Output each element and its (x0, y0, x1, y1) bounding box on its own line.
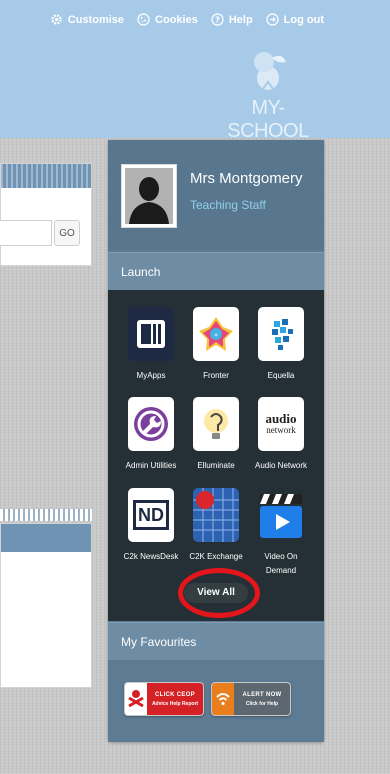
fronter-icon: » (193, 307, 239, 361)
app-fronter[interactable]: » Fronter (184, 307, 248, 383)
logout-icon (266, 13, 279, 26)
click-ceop-button[interactable]: CLICK CEOP Advice Help Report (124, 682, 204, 716)
background-card-bottom (0, 523, 92, 688)
help-label: Help (228, 13, 253, 26)
my-school-logo[interactable]: MY-SCHOOL (212, 48, 324, 142)
fav-main-label: CLICK CEOP (154, 691, 195, 698)
user-name: Mrs Montgomery (190, 170, 303, 187)
ceop-icon (125, 683, 147, 715)
app-label: MyApps (136, 371, 166, 380)
person-silhouette-icon (129, 177, 169, 224)
app-audio-network[interactable]: audio network Audio Network (249, 397, 313, 473)
logout-label: Log out (283, 13, 324, 26)
app-c2k-exchange[interactable]: C2K Exchange (184, 488, 248, 564)
cookies-link[interactable]: Cookies (137, 13, 198, 26)
logout-link[interactable]: Log out (266, 13, 324, 26)
go-button[interactable]: GO (54, 220, 80, 246)
customise-link[interactable]: Customise (50, 13, 124, 26)
clapper-play-icon (258, 488, 304, 542)
app-label: Equella (267, 371, 295, 380)
cookies-label: Cookies (155, 13, 198, 26)
wrench-icon (128, 397, 174, 451)
newsdesk-icon: ND (128, 488, 174, 542)
favourites-header: My Favourites (108, 622, 324, 660)
newsdesk-logo-text: ND (133, 500, 169, 530)
audio-network-logo: audio network (258, 397, 304, 451)
search-input[interactable] (0, 220, 52, 246)
app-equella[interactable]: Equella (249, 307, 313, 383)
bulb-ear-icon (193, 397, 239, 451)
cookie-icon (137, 13, 150, 26)
exchange-icon (193, 488, 239, 542)
question-icon: ? (211, 13, 224, 26)
equella-icon (258, 307, 304, 361)
card-header (1, 164, 91, 188)
logo-text: MY-SCHOOL (227, 97, 309, 142)
app-label: C2K Exchange (189, 552, 243, 561)
app-elluminate[interactable]: Elluminate (184, 397, 248, 473)
user-profile: Mrs Montgomery Teaching Staff (108, 140, 324, 250)
app-label: Elluminate (197, 461, 235, 470)
app-label: Audio Network (254, 461, 308, 470)
app-label: Video On Demand (264, 552, 298, 575)
avatar[interactable] (121, 164, 177, 228)
app-video-on-demand[interactable]: Video On Demand (249, 488, 313, 577)
svg-text:?: ? (215, 16, 220, 25)
decorative-strip (0, 509, 92, 521)
fav-sub-label: Advice Help Report (151, 700, 199, 707)
site-header: Customise Cookies ? Help Log out MY-SCHO… (0, 0, 390, 142)
fav-main-label: ALERT NOW (242, 691, 282, 698)
app-label: Fronter (203, 371, 229, 380)
user-role: Teaching Staff (190, 198, 266, 212)
launch-header: Launch (108, 252, 324, 290)
app-label: Admin Utilities (125, 461, 177, 470)
svg-text:»: » (214, 331, 218, 339)
card-header (1, 524, 91, 552)
search-row: GO (0, 220, 80, 246)
app-label: C2k NewsDesk (123, 552, 179, 561)
wifi-alert-icon (212, 683, 234, 715)
alert-now-button[interactable]: ALERT NOW Click for Help (211, 682, 291, 716)
background-card-top (0, 163, 92, 266)
audio-network-logo-line1: audio (265, 411, 297, 426)
red-highlight-circle (178, 568, 260, 618)
launch-panel: Mrs Montgomery Teaching Staff Launch MyA… (108, 140, 324, 742)
customise-label: Customise (67, 13, 125, 26)
app-myapps[interactable]: MyApps (119, 307, 183, 383)
fav-sub-label: Click for Help (245, 700, 279, 707)
app-admin-utilities[interactable]: Admin Utilities (119, 397, 183, 473)
myapps-icon (128, 307, 174, 361)
favourites-body: CLICK CEOP Advice Help Report ALERT NOW … (108, 660, 324, 742)
app-c2k-newsdesk[interactable]: ND C2k NewsDesk (119, 488, 183, 564)
top-links: Customise Cookies ? Help Log out (50, 13, 324, 26)
logo-graphic-icon (254, 52, 286, 91)
help-link[interactable]: ? Help (211, 13, 253, 26)
audio-network-logo-line2: network (266, 425, 296, 435)
gear-icon (50, 13, 63, 26)
